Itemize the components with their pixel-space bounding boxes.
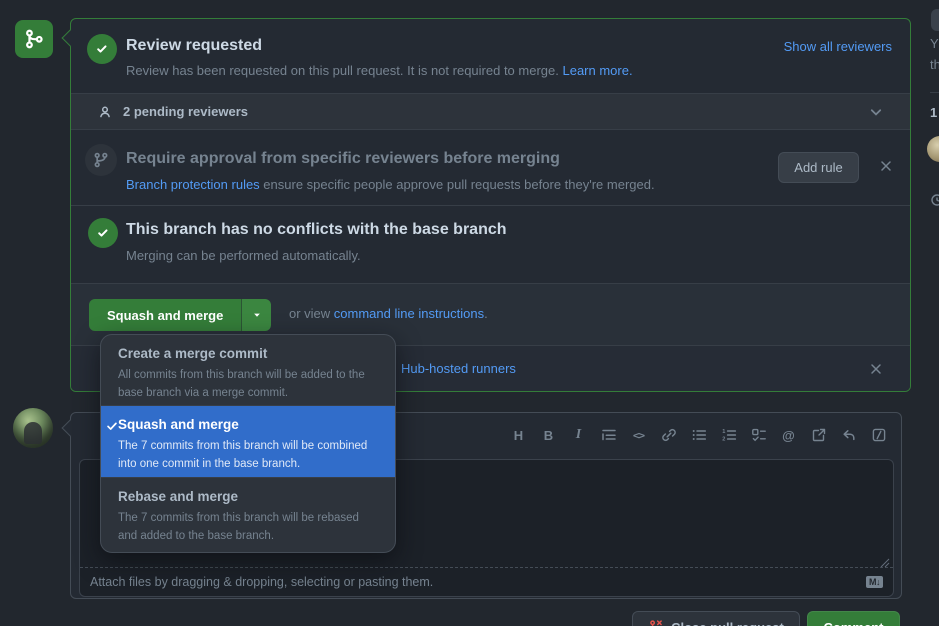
task-list-icon[interactable] xyxy=(750,427,767,444)
menu-item-desc: The 7 commits from this branch will be r… xyxy=(118,509,368,545)
right-rail-text-fragment: th xyxy=(930,57,939,72)
menu-item-rebase-and-merge[interactable]: Rebase and merge The 7 commits from this… xyxy=(101,477,395,553)
cli-instructions-line: or view command line instructions. xyxy=(289,306,488,321)
branch-protection-desc: Branch protection rules ensure specific … xyxy=(126,177,655,192)
quote-icon[interactable] xyxy=(600,427,617,444)
italic-icon[interactable]: I xyxy=(570,427,587,444)
review-requested-title: Review requested xyxy=(126,37,262,55)
branch-protection-desc-text: ensure specific people approve pull requ… xyxy=(260,177,655,192)
menu-item-desc: The 7 commits from this branch will be c… xyxy=(118,437,368,473)
add-rule-button[interactable]: Add rule xyxy=(778,152,859,183)
menu-item-squash-and-merge[interactable]: Squash and merge The 7 commits from this… xyxy=(101,405,395,477)
attach-hint: Attach files by dragging & dropping, sel… xyxy=(90,575,433,589)
merge-box-tail xyxy=(62,30,79,47)
bold-icon[interactable]: B xyxy=(540,427,557,444)
resize-grabber-icon[interactable] xyxy=(880,556,890,571)
merge-button-group: Squash and merge xyxy=(89,299,271,331)
unordered-list-icon[interactable] xyxy=(690,427,707,444)
menu-item-title: Create a merge commit xyxy=(118,346,379,361)
or-view-text: or view xyxy=(289,306,334,321)
svg-text:1: 1 xyxy=(722,429,725,435)
code-icon[interactable]: <> xyxy=(630,427,647,444)
person-icon xyxy=(97,104,113,120)
no-conflicts-desc: Merging can be performed automatically. xyxy=(126,248,361,263)
right-rail-button-fragment[interactable] xyxy=(931,9,939,31)
close-icon xyxy=(868,361,884,377)
pull-request-merge-page: Review requested Review has been request… xyxy=(0,0,939,626)
branch-protection-title: Require approval from specific reviewers… xyxy=(126,150,560,168)
dismiss-runners-icon[interactable] xyxy=(868,361,884,377)
user-avatar[interactable] xyxy=(13,408,53,448)
ordered-list-icon[interactable]: 12 xyxy=(720,427,737,444)
comment-button[interactable]: Comment xyxy=(807,611,900,626)
period-text: . xyxy=(484,306,488,321)
conflicts-check-icon xyxy=(88,218,118,248)
command-line-instructions-link[interactable]: command line instructions xyxy=(334,306,484,321)
check-icon xyxy=(94,41,110,57)
close-pr-label: Close pull request xyxy=(671,620,784,626)
pending-reviewers-row[interactable]: 2 pending reviewers xyxy=(71,93,910,130)
right-rail-icon xyxy=(930,193,939,210)
git-merge-timeline-icon xyxy=(15,20,53,58)
attach-row[interactable]: Attach files by dragging & dropping, sel… xyxy=(80,568,893,596)
menu-item-title: Rebase and merge xyxy=(118,489,379,504)
svg-text:2: 2 xyxy=(722,437,725,443)
no-conflicts-title: This branch has no conflicts with the ba… xyxy=(126,221,507,239)
dismiss-protection-icon[interactable] xyxy=(878,158,894,174)
review-check-icon xyxy=(87,34,117,64)
git-branch-icon xyxy=(92,151,110,169)
branch-protection-rules-link[interactable]: Branch protection rules xyxy=(126,177,260,192)
chevron-down-icon[interactable] xyxy=(868,104,884,120)
merge-options-menu: Create a merge commit All commits from t… xyxy=(100,334,396,553)
close-pull-request-button[interactable]: Close pull request xyxy=(632,611,800,626)
caret-down-icon xyxy=(251,309,263,321)
review-requested-desc: Review has been requested on this pull r… xyxy=(126,63,633,78)
show-all-reviewers-link[interactable]: Show all reviewers xyxy=(784,39,892,54)
learn-more-link[interactable]: Learn more. xyxy=(562,63,632,78)
squash-and-merge-button[interactable]: Squash and merge xyxy=(89,299,241,331)
pr-closed-icon xyxy=(648,619,664,626)
reply-icon[interactable] xyxy=(840,427,857,444)
link-icon[interactable] xyxy=(660,427,677,444)
selected-check-icon xyxy=(105,419,119,436)
review-requested-desc-text: Review has been requested on this pull r… xyxy=(126,63,562,78)
close-icon xyxy=(878,158,894,174)
cross-reference-icon[interactable] xyxy=(810,427,827,444)
section-divider xyxy=(71,205,910,206)
right-rail-count-fragment: 1 xyxy=(930,105,937,120)
menu-item-title: Squash and merge xyxy=(118,417,379,432)
menu-item-desc: All commits from this branch will be add… xyxy=(118,366,368,402)
right-rail-text-fragment: Y xyxy=(930,36,939,51)
merge-options-toggle[interactable] xyxy=(241,299,271,331)
slash-command-icon[interactable] xyxy=(870,427,887,444)
markdown-supported-icon: M↓ xyxy=(866,576,883,588)
right-rail-avatar[interactable] xyxy=(927,136,939,162)
heading-icon[interactable]: H xyxy=(510,427,527,444)
check-icon xyxy=(95,225,111,241)
mention-icon[interactable]: @ xyxy=(780,427,797,444)
menu-item-create-merge-commit[interactable]: Create a merge commit All commits from t… xyxy=(101,335,395,405)
pending-reviewers-label: 2 pending reviewers xyxy=(123,104,868,119)
branch-protection-icon-circle xyxy=(85,144,117,176)
right-rail-divider xyxy=(930,92,939,93)
git-merge-icon xyxy=(23,28,45,50)
hosted-runners-link[interactable]: Hub-hosted runners xyxy=(401,361,516,376)
